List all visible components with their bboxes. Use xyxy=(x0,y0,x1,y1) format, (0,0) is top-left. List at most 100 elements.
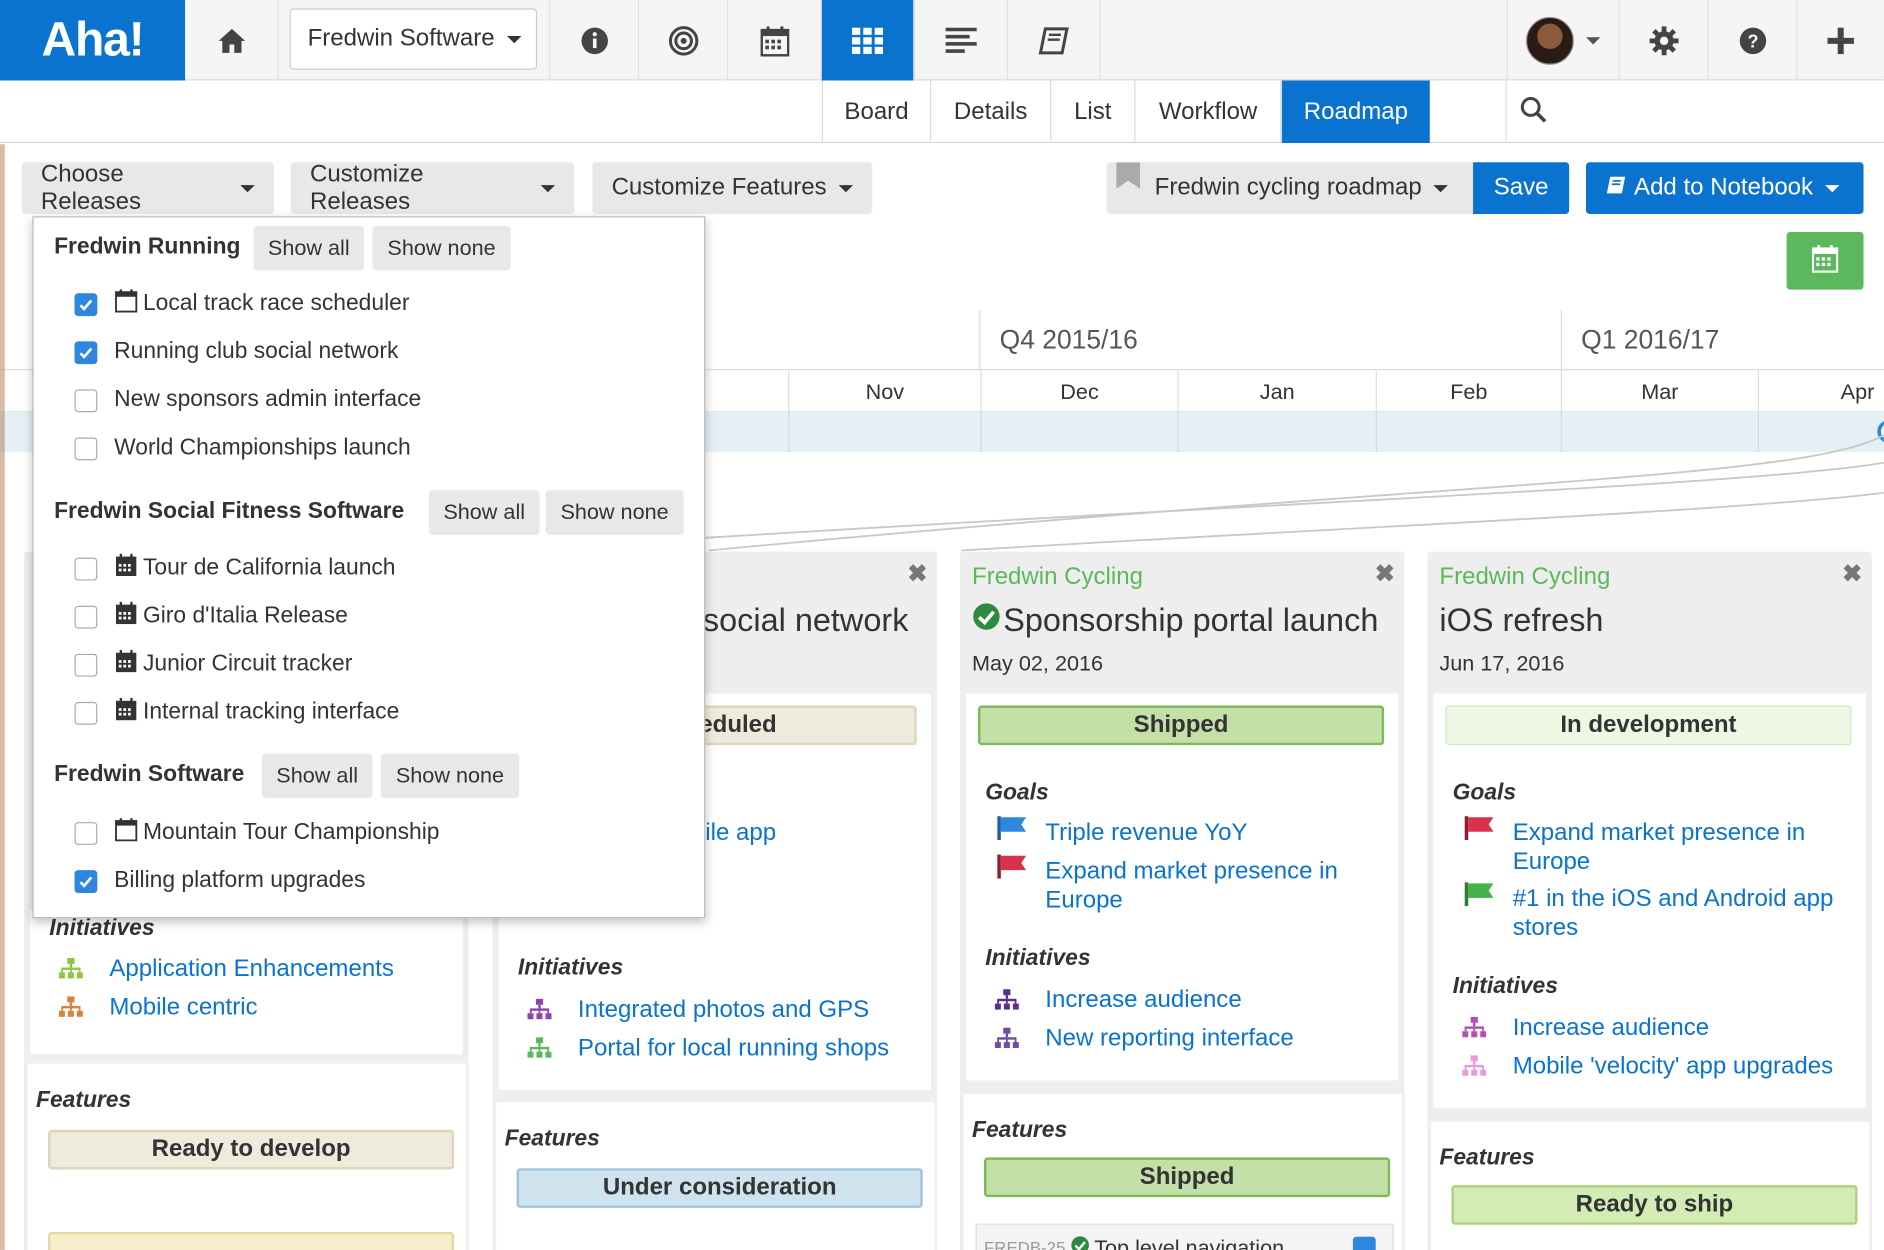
feature-card[interactable] xyxy=(48,1231,455,1250)
release-option[interactable]: Billing platform upgrades xyxy=(74,863,365,899)
release-option[interactable]: Tour de California launch xyxy=(74,550,396,586)
group-title: Fredwin Software xyxy=(54,762,245,788)
customize-features-label: Customize Features xyxy=(611,174,827,201)
checkbox[interactable] xyxy=(74,292,98,316)
initiative-icon xyxy=(527,1037,552,1059)
release-title[interactable]: social network xyxy=(703,602,909,639)
settings-button[interactable] xyxy=(1620,0,1709,81)
checkbox[interactable] xyxy=(74,436,98,460)
goal-link[interactable]: Triple revenue YoY xyxy=(1045,818,1247,847)
initiative-link[interactable]: New reporting interface xyxy=(1045,1024,1293,1053)
save-button[interactable]: Save xyxy=(1473,162,1570,214)
date-range-button[interactable] xyxy=(1786,231,1864,290)
add-to-notebook-button[interactable]: Add to Notebook xyxy=(1585,162,1864,214)
close-icon[interactable]: ✖ xyxy=(907,559,927,589)
close-icon[interactable]: ✖ xyxy=(1842,559,1862,589)
tab-list[interactable]: List xyxy=(1050,80,1134,144)
initiative-link[interactable]: Increase audience xyxy=(1045,986,1241,1015)
customize-features-button[interactable]: Customize Features xyxy=(592,162,873,214)
checkbox[interactable] xyxy=(74,340,98,364)
home-button[interactable] xyxy=(185,0,279,81)
help-button[interactable]: ? xyxy=(1709,0,1798,81)
feature-card[interactable]: FREDB-25 Top level navigation xyxy=(975,1223,1394,1250)
feature-checkbox[interactable] xyxy=(1352,1236,1376,1250)
initiative-link[interactable]: Mobile 'velocity' app upgrades xyxy=(1513,1052,1833,1081)
release-option-label: Junior Circuit tracker xyxy=(142,651,353,677)
goal-link[interactable]: #1 in the iOS and Android app stores xyxy=(1513,885,1861,943)
roadmap-selector[interactable]: Fredwin cycling roadmap xyxy=(1106,162,1474,214)
customize-releases-button[interactable]: Customize Releases xyxy=(290,160,575,215)
notebook-icon xyxy=(1038,26,1069,55)
checkbox[interactable] xyxy=(74,821,98,845)
avatar xyxy=(1525,16,1574,65)
release-option[interactable]: Local track race scheduler xyxy=(74,286,409,322)
choose-releases-label: Choose Releases xyxy=(40,160,142,215)
strategy-button[interactable] xyxy=(639,0,729,81)
release-option[interactable]: Internal tracking interface xyxy=(74,695,399,731)
release-option-label: Local track race scheduler xyxy=(142,290,410,317)
tab-details[interactable]: Details xyxy=(929,80,1050,144)
checkbox[interactable] xyxy=(74,701,98,725)
calendar-icon xyxy=(114,697,138,728)
search-button[interactable] xyxy=(1505,80,1883,144)
section-label: Initiatives xyxy=(49,915,155,942)
checkbox[interactable] xyxy=(74,557,98,580)
calendar-button[interactable] xyxy=(728,0,822,81)
release-title[interactable]: Sponsorship portal launch xyxy=(972,602,1378,639)
product-name: Fredwin Cycling xyxy=(972,563,1143,591)
release-option[interactable]: Junior Circuit tracker xyxy=(74,647,352,683)
checkbox[interactable] xyxy=(74,605,98,628)
notebooks-button[interactable] xyxy=(1008,0,1101,81)
show-all-button[interactable]: Show all xyxy=(428,490,540,535)
product-selector[interactable]: Fredwin Software xyxy=(289,8,538,70)
app-root: Aha! Fredwin Software ? Board Details Li… xyxy=(0,0,1884,1250)
section-label: Goals xyxy=(985,780,1049,806)
release-option[interactable]: World Championships launch xyxy=(74,430,411,466)
goal-link[interactable]: ile app xyxy=(705,818,776,847)
release-title[interactable]: iOS refresh xyxy=(1439,602,1603,639)
release-option[interactable]: Mountain Tour Championship xyxy=(74,815,440,851)
group-title: Fredwin Social Fitness Software xyxy=(54,498,405,525)
tab-workflow[interactable]: Workflow xyxy=(1134,80,1281,144)
choose-releases-dropdown: Fredwin Running Show all Show none Local… xyxy=(32,216,706,919)
release-option[interactable]: Giro d'Italia Release xyxy=(74,599,348,635)
checkbox[interactable] xyxy=(74,388,98,412)
release-date: Jun 17, 2016 xyxy=(1439,651,1565,676)
add-button[interactable] xyxy=(1797,0,1884,81)
goal-link[interactable]: Expand market presence in Europe xyxy=(1513,818,1849,876)
user-menu[interactable] xyxy=(1506,0,1620,81)
release-card: ✖ Fredwin Cycling iOS refresh Jun 17, 20… xyxy=(1427,551,1872,1250)
show-none-button[interactable]: Show none xyxy=(380,753,520,799)
info-button[interactable] xyxy=(550,0,640,81)
initiative-link[interactable]: Application Enhancements xyxy=(109,954,394,983)
release-option[interactable]: Running club social network xyxy=(74,334,398,370)
roadmaps-button[interactable] xyxy=(914,0,1009,81)
tab-roadmap[interactable]: Roadmap xyxy=(1280,80,1430,144)
tab-board[interactable]: Board xyxy=(821,80,930,144)
close-icon[interactable]: ✖ xyxy=(1375,559,1395,589)
calendar-icon xyxy=(114,817,138,848)
release-details-panel: Shipped Goals Triple revenue YoY Expand … xyxy=(966,693,1399,1081)
show-none-button[interactable]: Show none xyxy=(372,225,511,271)
checkbox[interactable] xyxy=(74,653,98,677)
status-badge: Shipped xyxy=(978,705,1385,746)
month-label: Feb xyxy=(1375,370,1561,414)
initiative-link[interactable]: Portal for local running shops xyxy=(578,1034,889,1063)
initiative-link[interactable]: Integrated photos and GPS xyxy=(578,995,869,1024)
aha-logo[interactable]: Aha! xyxy=(0,0,186,81)
release-option[interactable]: New sponsors admin interface xyxy=(74,382,421,418)
show-none-button[interactable]: Show none xyxy=(545,490,684,535)
checkbox[interactable] xyxy=(74,869,98,893)
show-all-button[interactable]: Show all xyxy=(261,753,373,799)
features-grid-button[interactable] xyxy=(821,0,915,81)
show-all-button[interactable]: Show all xyxy=(253,225,365,271)
goal-link[interactable]: Expand market presence in Europe xyxy=(1045,857,1369,915)
initiative-link[interactable]: Increase audience xyxy=(1513,1013,1709,1042)
initiative-link[interactable]: Mobile centric xyxy=(109,993,257,1022)
choose-releases-button[interactable]: Choose Releases xyxy=(21,160,274,215)
section-label: Features xyxy=(504,1126,600,1152)
month-label: Mar xyxy=(1560,370,1758,414)
month-label: Apr xyxy=(1757,370,1884,414)
search-icon xyxy=(1519,94,1548,129)
group-title: Fredwin Running xyxy=(54,234,241,260)
